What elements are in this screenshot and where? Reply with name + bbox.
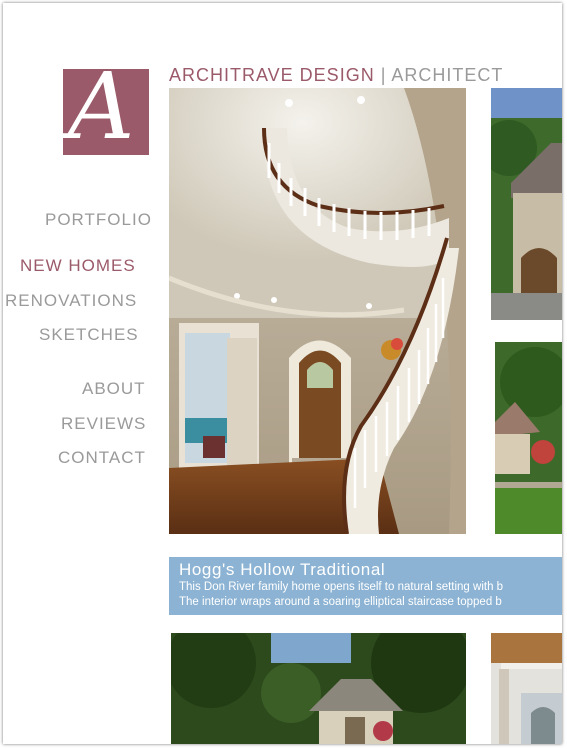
nav-portfolio[interactable]: PORTFOLIO [45, 210, 152, 230]
portfolio-photo-pool-house[interactable] [171, 633, 466, 744]
architrave-logo[interactable]: A [63, 69, 149, 155]
project-description-line-1: This Don River family home opens itself … [179, 581, 504, 593]
nav-renovations[interactable]: RENOVATIONS [5, 291, 137, 311]
project-title: Hogg's Hollow Traditional [179, 560, 386, 579]
site-title: ARCHITRAVE DESIGN | ARCHITECT [169, 65, 503, 86]
featured-caption[interactable]: Hogg's Hollow Traditional This Don River… [169, 557, 562, 615]
staircase-image [169, 88, 466, 534]
portfolio-photo-porch[interactable] [491, 633, 562, 744]
page-frame: A PORTFOLIO NEW HOMES RENOVATIONS SKETCH… [3, 3, 562, 744]
featured-photo-staircase[interactable] [169, 88, 466, 534]
site-role: ARCHITECT [391, 65, 504, 85]
logo-letter: A [68, 69, 135, 155]
garden-image [495, 342, 562, 534]
stone-house-image [491, 88, 562, 320]
portfolio-photo-stone-house[interactable] [491, 88, 562, 320]
porch-image [491, 633, 562, 744]
site-name: ARCHITRAVE DESIGN [169, 65, 375, 85]
nav-reviews[interactable]: REVIEWS [61, 414, 146, 434]
nav-about[interactable]: ABOUT [82, 379, 146, 399]
nav-sketches[interactable]: SKETCHES [39, 325, 139, 345]
nav-contact[interactable]: CONTACT [58, 448, 146, 468]
pool-house-image [171, 633, 466, 744]
title-separator: | [380, 65, 387, 85]
project-description-line-2: The interior wraps around a soaring elli… [179, 596, 502, 608]
nav-new-homes[interactable]: NEW HOMES [20, 256, 136, 276]
portfolio-photo-garden[interactable] [495, 342, 562, 534]
